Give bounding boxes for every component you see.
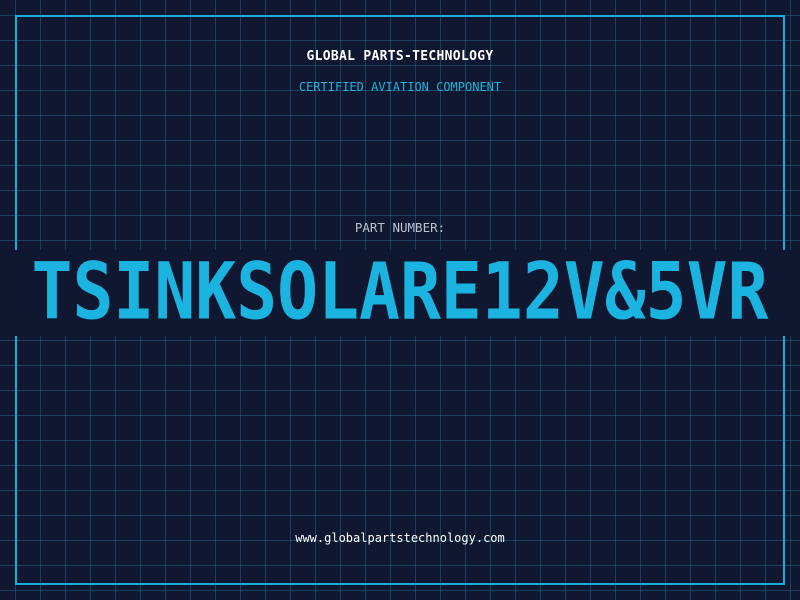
company-name: GLOBAL PARTS-TECHNOLOGY xyxy=(306,49,494,64)
part-number-value: TSINKSOLARE12V&5VR xyxy=(31,250,769,336)
certification-tagline: CERTIFIED AVIATION COMPONENT xyxy=(298,80,502,94)
part-number-band: TSINKSOLARE12V&5VR xyxy=(0,250,800,336)
part-number-label: PART NUMBER: xyxy=(354,220,446,235)
website-link[interactable]: www.globalpartstechnology.com xyxy=(0,531,800,545)
